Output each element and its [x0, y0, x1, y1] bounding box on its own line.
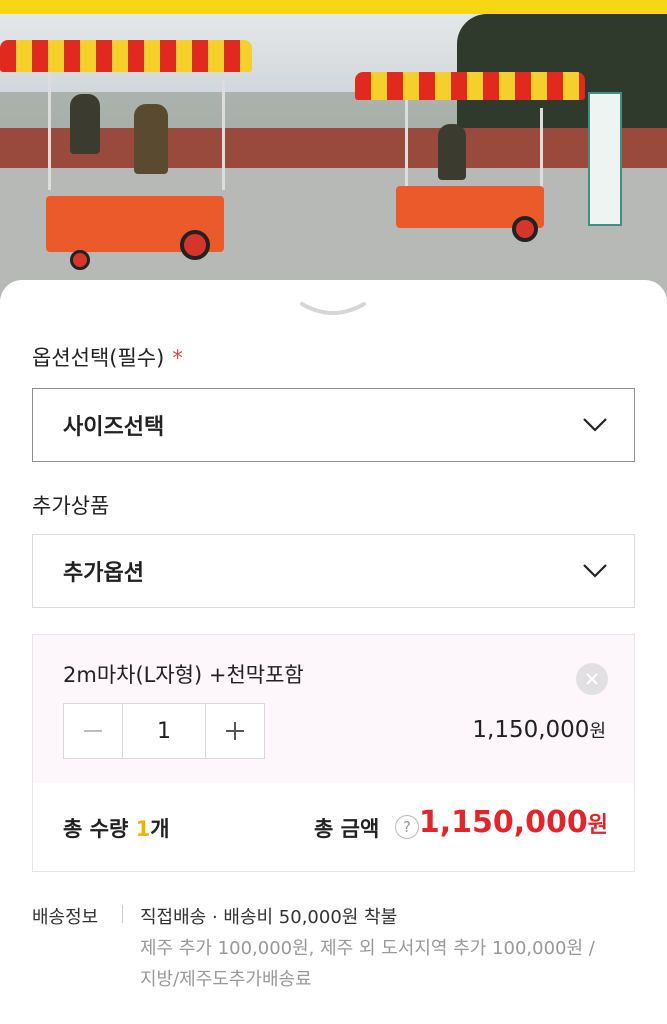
- chevron-down-icon: [583, 418, 607, 432]
- selected-option-box: 2m마차(L자형) +천막포함 1 1,150,000원 총 수량 1개 총 금…: [32, 634, 635, 872]
- total-quantity-unit: 개: [150, 817, 170, 841]
- vendor-figure: [134, 104, 168, 174]
- total-amount-value: 1,150,000: [418, 805, 588, 840]
- quantity-value[interactable]: 1: [122, 704, 206, 758]
- size-select-dropdown[interactable]: 사이즈선택: [32, 388, 635, 462]
- chevron-down-icon: [583, 564, 607, 578]
- total-amount-label: 총 금액: [314, 817, 380, 841]
- help-icon[interactable]: ?: [395, 815, 419, 839]
- cart-wheel: [180, 230, 210, 260]
- addon-section-label: 추가상품: [32, 494, 110, 518]
- shipping-extra-fee-note: 제주 추가 100,000원, 제주 외 도서지역 추가 100,000원 /: [140, 938, 595, 959]
- price-unit: 원: [589, 721, 606, 742]
- selected-item-price-value: 1,150,000: [472, 717, 590, 743]
- required-mark: *: [172, 346, 183, 370]
- cart-pole: [48, 70, 51, 190]
- purchase-options-sheet: 옵션선택(필수) * 사이즈선택 추가상품 추가옵션 2m마차(L자형) +천막포…: [0, 280, 667, 1024]
- photo-wall: [0, 128, 667, 172]
- total-quantity-value: 1: [135, 817, 151, 841]
- quantity-stepper: 1: [63, 703, 265, 759]
- addon-select-value: 추가옵션: [63, 561, 144, 586]
- size-select-value: 사이즈선택: [63, 415, 165, 440]
- total-amount-unit: 원: [587, 813, 608, 838]
- vendor-figure: [70, 94, 100, 154]
- sheet-collapse-handle-icon[interactable]: [298, 300, 368, 320]
- selected-item-price: 1,150,000원: [472, 717, 606, 743]
- shipping-regional-fee-note: 지방/제주도추가배송료: [140, 969, 312, 990]
- selected-item-row: 2m마차(L자형) +천막포함 1 1,150,000원: [33, 635, 634, 783]
- total-quantity-label: 총 수량: [63, 817, 129, 841]
- minus-icon: [84, 730, 102, 732]
- cart-pole: [405, 100, 408, 190]
- selected-item-name: 2m마차(L자형) +천막포함: [63, 663, 304, 687]
- cart-pole: [222, 80, 225, 190]
- shipping-divider: [122, 905, 123, 923]
- top-accent-bar: [0, 0, 667, 14]
- addon-select-dropdown[interactable]: 추가옵션: [32, 534, 635, 608]
- shipping-info-label: 배송정보: [32, 907, 99, 928]
- increase-quantity-button[interactable]: [206, 704, 264, 758]
- total-quantity: 총 수량 1개: [63, 813, 170, 843]
- cart-awning-right: [355, 72, 585, 100]
- remove-item-close-icon[interactable]: [576, 663, 608, 695]
- shipping-method: 직접배송 · 배송비 50,000원 착불: [140, 907, 398, 928]
- decrease-quantity-button[interactable]: [64, 704, 122, 758]
- total-amount: 1,150,000원: [419, 805, 608, 840]
- option-section-label: 옵션선택(필수) *: [32, 342, 183, 372]
- cart-pole: [540, 108, 543, 190]
- photo-banner: [588, 92, 622, 226]
- cart-wheel: [70, 250, 90, 270]
- cart-awning-left: [0, 40, 252, 72]
- plus-icon: [226, 722, 244, 740]
- cart-wheel: [512, 216, 538, 242]
- vendor-figure: [438, 124, 466, 180]
- option-section-title: 옵션선택(필수): [32, 346, 165, 370]
- product-image: [0, 0, 667, 300]
